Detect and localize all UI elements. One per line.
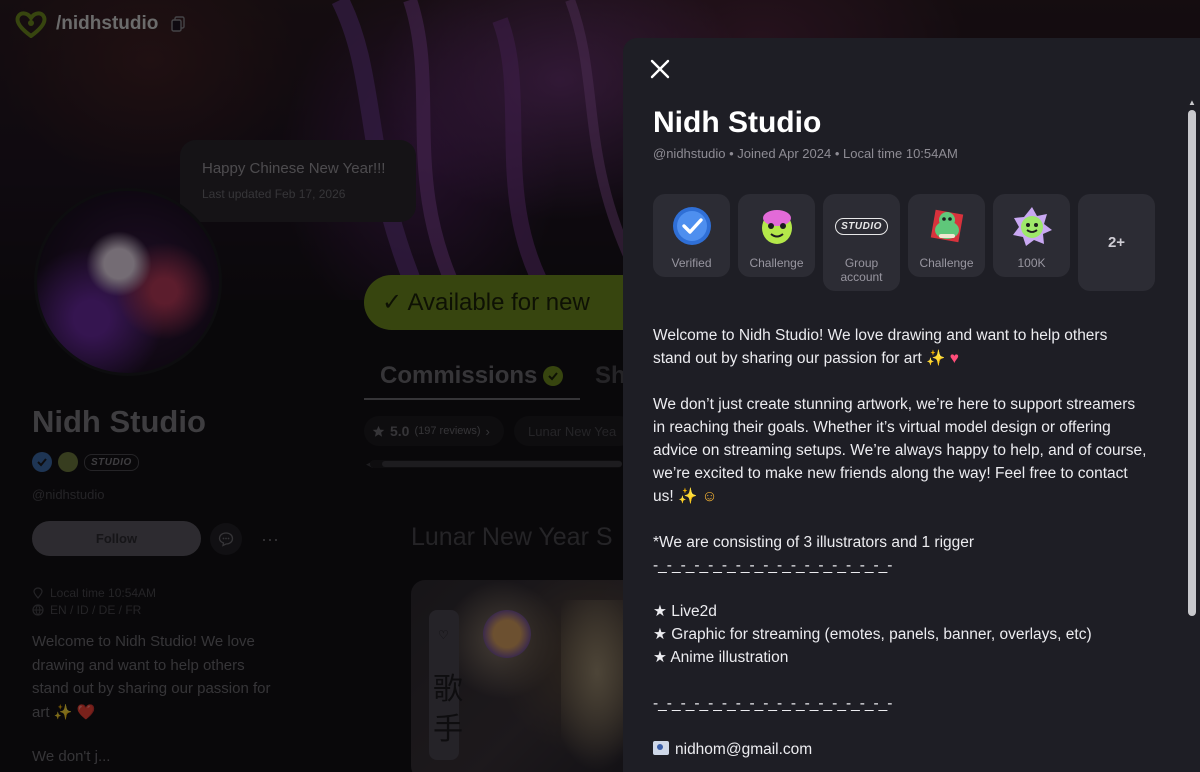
badge-group-account[interactable]: STUDIO Group account (823, 194, 900, 291)
bio-line: advice on streaming setups. We’re always… (653, 442, 1147, 459)
close-icon (650, 59, 670, 79)
modal-subtitle: @nidhstudio • Joined Apr 2024 • Local ti… (653, 146, 958, 161)
bio-line: us! ✨ ☺ (653, 485, 1173, 508)
divider-line: -_-_-_-_-_-_-_-_-_-_-_-_-_-_-_-_-_- (653, 557, 893, 574)
bio-line: *We are consisting of 3 illustrators and… (653, 534, 975, 551)
badge-challenge[interactable]: Challenge (738, 194, 815, 277)
modal-title: Nidh Studio (653, 106, 822, 139)
more-badges-button[interactable]: 2+ (1078, 194, 1155, 291)
snake-challenge-badge-icon (925, 204, 969, 248)
email-line: nidhom@gmail.com (653, 738, 1173, 761)
badge-label: 100K (1017, 256, 1046, 270)
service-item: ★ Graphic for streaming (emotes, panels,… (653, 626, 1092, 643)
smile-icon: ☺ (701, 488, 718, 505)
heart-icon: ♥ (949, 350, 959, 367)
challenge-badge-icon (755, 204, 799, 248)
sparkles-icon: ✨ (926, 350, 946, 367)
profile-details-modal: Nidh Studio @nidhstudio • Joined Apr 202… (623, 38, 1200, 772)
service-item: ★ Anime illustration (653, 649, 789, 666)
modal-bio: Welcome to Nidh Studio! We love drawing … (653, 324, 1173, 761)
bio-line: We don’t just create stunning artwork, w… (653, 396, 1136, 413)
badge-label: Challenge (919, 256, 974, 270)
100k-badge-icon (1010, 204, 1054, 248)
studio-badge-icon: STUDIO (835, 204, 888, 248)
bio-text: stand out by sharing our passion for art (653, 350, 922, 367)
bio-line: we’re excited to make new friends along … (653, 465, 1128, 482)
modal-scrollbar[interactable]: ▲ (1186, 98, 1198, 772)
badge-label: Group account (840, 256, 883, 284)
badge-row: Verified Challenge STUDIO Group account (653, 194, 1155, 291)
bio-line: in reaching their goals. Whether it’s vi… (653, 419, 1111, 436)
verified-badge-icon (670, 204, 714, 248)
service-item: ★ Live2d (653, 603, 717, 620)
badge-label: Verified (671, 256, 712, 270)
modal-scroll-thumb[interactable] (1188, 110, 1196, 616)
email-address[interactable]: nidhom@gmail.com (675, 741, 812, 758)
badge-verified[interactable]: Verified (653, 194, 730, 277)
bio-line: Welcome to Nidh Studio! We love drawing … (653, 327, 1108, 344)
close-button[interactable] (645, 54, 675, 84)
divider-line: -_-_-_-_-_-_-_-_-_-_-_-_-_-_-_-_-_- (653, 695, 893, 712)
studio-chip: STUDIO (835, 217, 888, 235)
badge-100k[interactable]: 100K (993, 194, 1070, 277)
bio-text: us! (653, 488, 674, 505)
bio-line: stand out by sharing our passion for art… (653, 347, 1173, 370)
badge-challenge-2[interactable]: Challenge (908, 194, 985, 277)
scroll-up-arrow-icon[interactable]: ▲ (1188, 98, 1196, 107)
email-icon (653, 741, 669, 755)
sparkles-icon: ✨ (678, 488, 698, 505)
badge-label: Challenge (749, 256, 804, 270)
